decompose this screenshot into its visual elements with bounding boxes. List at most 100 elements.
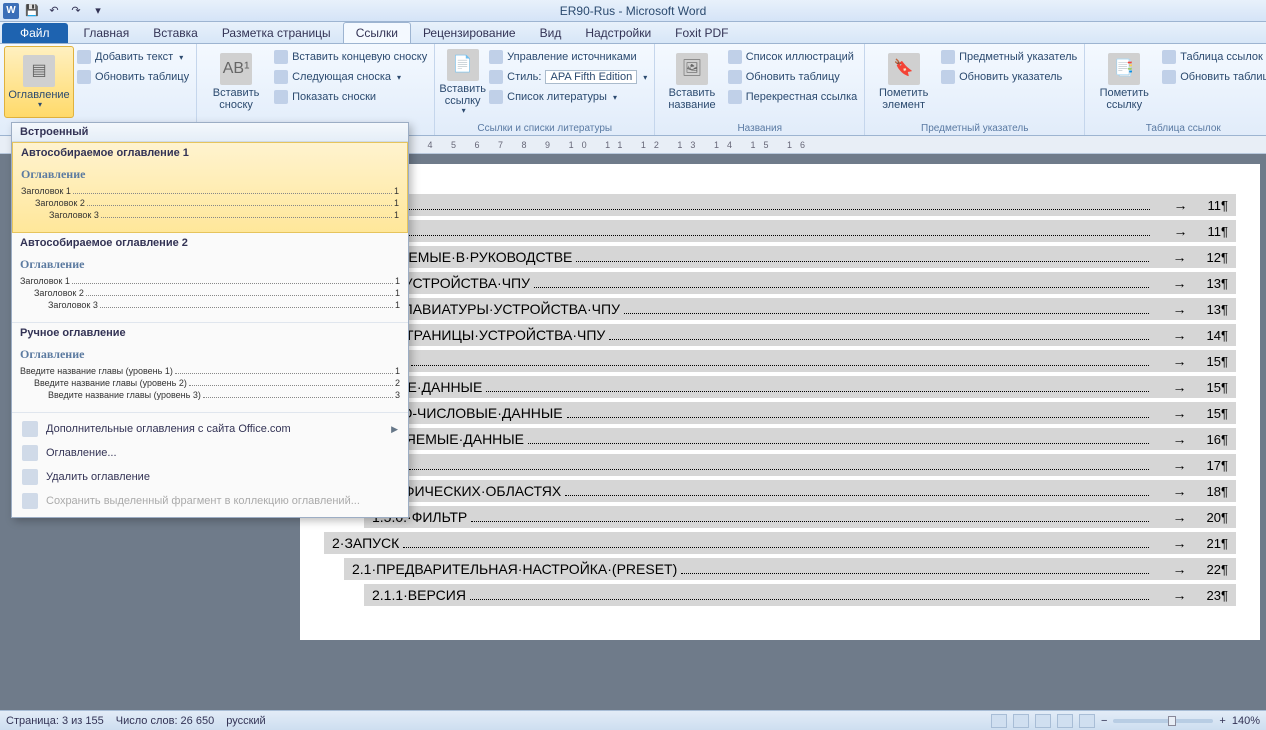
status-bar: Страница: 3 из 155 Число слов: 26 650 ру…	[0, 710, 1266, 730]
manage-sources-button[interactable]: Управление источниками	[486, 48, 650, 66]
tab-review[interactable]: Рецензирование	[411, 23, 528, 43]
captions-group-label: Названия	[659, 122, 860, 135]
figures-icon	[728, 50, 742, 64]
undo-icon[interactable]: ↶	[45, 2, 63, 20]
toc-entry[interactable]: ФУНКЦИИ→11¶	[324, 220, 1236, 242]
next-footnote-button[interactable]: Следующая сноска▾	[271, 68, 430, 86]
table-of-contents-button[interactable]: ▤ Оглавление▾	[4, 46, 74, 118]
toc-entry[interactable]: ОТА·В·ГРАФИЧЕСКИХ·ОБЛАСТЯХ→18¶	[324, 480, 1236, 502]
gallery-more-from-office[interactable]: Дополнительные оглавления с сайта Office…	[12, 417, 408, 441]
status-page[interactable]: Страница: 3 из 155	[6, 715, 104, 727]
toc-entry[interactable]: 1.5.0.·ФИЛЬТР→20¶	[364, 506, 1236, 528]
citations-group-label: Ссылки и списки литературы	[439, 122, 650, 135]
update-index-button[interactable]: Обновить указатель	[938, 68, 1080, 86]
index-icon	[941, 50, 955, 64]
tab-references[interactable]: Ссылки	[343, 22, 411, 43]
update-index-icon	[941, 70, 955, 84]
citation-style-dropdown[interactable]: Стиль: APA Fifth Edition▾	[486, 68, 650, 86]
tab-foxit-pdf[interactable]: Foxit PDF	[663, 23, 740, 43]
show-notes-button[interactable]: Показать сноски	[271, 88, 430, 106]
ribbon-tabs: Файл Главная Вставка Разметка страницы С…	[0, 22, 1266, 44]
gallery-builtin-header: Встроенный	[12, 123, 408, 142]
insert-footnote-button[interactable]: AB¹ Вставить сноску	[201, 46, 271, 118]
toa-group-label: Таблица ссылок	[1089, 122, 1266, 135]
tab-addins[interactable]: Надстройки	[573, 23, 663, 43]
manage-sources-icon	[489, 50, 503, 64]
view-fullscreen-icon[interactable]	[1013, 714, 1029, 728]
title-bar: W 💾 ↶ ↷ ▾ ER90-Rus - Microsoft Word	[0, 0, 1266, 22]
style-icon	[489, 70, 503, 84]
gallery-item-auto-toc-2[interactable]: Автособираемое оглавление 2 Оглавление З…	[12, 233, 408, 323]
mark-entry-button[interactable]: 🔖 Пометить элемент	[869, 46, 938, 118]
bibliography-button[interactable]: Список литературы▾	[486, 88, 650, 106]
view-outline-icon[interactable]	[1057, 714, 1073, 728]
toc-entry[interactable]: ИСАНИЕ·КЛАВИАТУРЫ·УСТРОЙСТВА·ЧПУ→13¶	[324, 298, 1236, 320]
view-draft-icon[interactable]	[1079, 714, 1095, 728]
redo-icon[interactable]: ↷	[67, 2, 85, 20]
caption-icon: 🖼	[676, 53, 708, 85]
gallery-remove-toc[interactable]: Удалить оглавление	[12, 465, 408, 489]
toc-entry[interactable]: 2.1.1·ВЕРСИЯ→23¶	[364, 584, 1236, 606]
tab-insert[interactable]: Вставка	[141, 23, 210, 43]
toc-custom-icon	[22, 445, 38, 461]
toc-entry[interactable]: ·НЕИЗМЕНЯЕМЫЕ·ДАННЫЕ→16¶	[324, 428, 1236, 450]
mark-citation-icon: 📑	[1108, 53, 1140, 85]
toc-entry[interactable]: ЗОВАНИЕ·УСТРОЙСТВА·ЧПУ→13¶	[324, 272, 1236, 294]
tab-page-layout[interactable]: Разметка страницы	[210, 23, 343, 43]
next-footnote-icon	[274, 70, 288, 84]
mark-citation-button[interactable]: 📑 Пометить ссылку	[1089, 46, 1159, 118]
toc-entry[interactable]: ·ЧИСЛОВЫЕ·ДАННЫЕ→15¶	[324, 376, 1236, 398]
chevron-right-icon: ▶	[391, 424, 398, 435]
show-notes-icon	[274, 90, 288, 104]
save-icon[interactable]: 💾	[23, 2, 41, 20]
footnote-icon: AB¹	[220, 53, 252, 85]
update-icon	[77, 70, 91, 84]
view-web-icon[interactable]	[1035, 714, 1051, 728]
toc-entry[interactable]: ОБЩЕНИЯ→17¶	[324, 454, 1236, 476]
toc-entry[interactable]: ИСАНИЕ·СТРАНИЦЫ·УСТРОЙСТВА·ЧПУ→14¶	[324, 324, 1236, 346]
crossref-icon	[728, 90, 742, 104]
tab-file[interactable]: Файл	[2, 23, 68, 43]
toc-entry[interactable]: Д·ДАННЫХ→15¶	[324, 350, 1236, 372]
zoom-level[interactable]: 140%	[1232, 715, 1260, 727]
insert-index-button[interactable]: Предметный указатель	[938, 48, 1080, 66]
toc-entry[interactable]: 2.1·ПРЕДВАРИТЕЛЬНАЯ·НАСТРОЙКА·(PRESET)→2…	[344, 558, 1236, 580]
add-text-icon	[77, 50, 91, 64]
tab-view[interactable]: Вид	[528, 23, 574, 43]
update-toa-icon	[1162, 70, 1176, 84]
tab-home[interactable]: Главная	[72, 23, 142, 43]
toc-entry[interactable]: ·БУКВЕННО-ЧИСЛОВЫЕ·ДАННЫЕ→15¶	[324, 402, 1236, 424]
gallery-custom-toc[interactable]: Оглавление...	[12, 441, 408, 465]
window-title: ER90-Rus - Microsoft Word	[560, 4, 706, 18]
save-selection-icon	[22, 493, 38, 509]
qat-customize-icon[interactable]: ▾	[89, 2, 107, 20]
insert-endnote-button[interactable]: Вставить концевую сноску	[271, 48, 430, 66]
document-page[interactable]: Е→11¶ ФУНКЦИИ→11¶ ИСПОЛЬЗУЕМЫЕ·В·РУКОВОДСТ…	[300, 164, 1260, 640]
gallery-item-manual-toc[interactable]: Ручное оглавление Оглавление Введите наз…	[12, 323, 408, 413]
toc-entry[interactable]: 2·ЗАПУСК→21¶	[324, 532, 1236, 554]
toc-entry[interactable]: ИСПОЛЬЗУЕМЫЕ·В·РУКОВОДСТВЕ→12¶	[324, 246, 1236, 268]
insert-caption-button[interactable]: 🖼 Вставить название	[659, 46, 724, 118]
toc-gallery-dropdown: Встроенный Автособираемое оглавление 1 О…	[11, 122, 409, 518]
view-print-layout-icon[interactable]	[991, 714, 1007, 728]
cross-reference-button[interactable]: Перекрестная ссылка	[725, 88, 861, 106]
zoom-out-button[interactable]: −	[1101, 715, 1107, 727]
zoom-in-button[interactable]: +	[1219, 715, 1225, 727]
toa-icon	[1162, 50, 1176, 64]
status-word-count[interactable]: Число слов: 26 650	[116, 715, 214, 727]
add-text-button[interactable]: Добавить текст▾	[74, 48, 192, 66]
insert-toa-button[interactable]: Таблица ссылок	[1159, 48, 1266, 66]
update-table-button[interactable]: Обновить таблицу	[74, 68, 192, 86]
table-of-figures-button[interactable]: Список иллюстраций	[725, 48, 861, 66]
remove-icon	[22, 469, 38, 485]
update-toa-button[interactable]: Обновить таблицу	[1159, 68, 1266, 86]
update-figures-button[interactable]: Обновить таблицу	[725, 68, 861, 86]
insert-citation-button[interactable]: 📄 Вставить ссылку▾	[439, 46, 486, 118]
index-group-label: Предметный указатель	[869, 122, 1080, 135]
status-language[interactable]: русский	[226, 715, 265, 727]
toc-entry[interactable]: Е→11¶	[324, 194, 1236, 216]
word-app-icon: W	[3, 3, 19, 19]
zoom-slider[interactable]	[1113, 719, 1213, 723]
gallery-item-auto-toc-1[interactable]: Автособираемое оглавление 1 Оглавление З…	[12, 142, 408, 233]
mark-entry-icon: 🔖	[888, 53, 920, 85]
